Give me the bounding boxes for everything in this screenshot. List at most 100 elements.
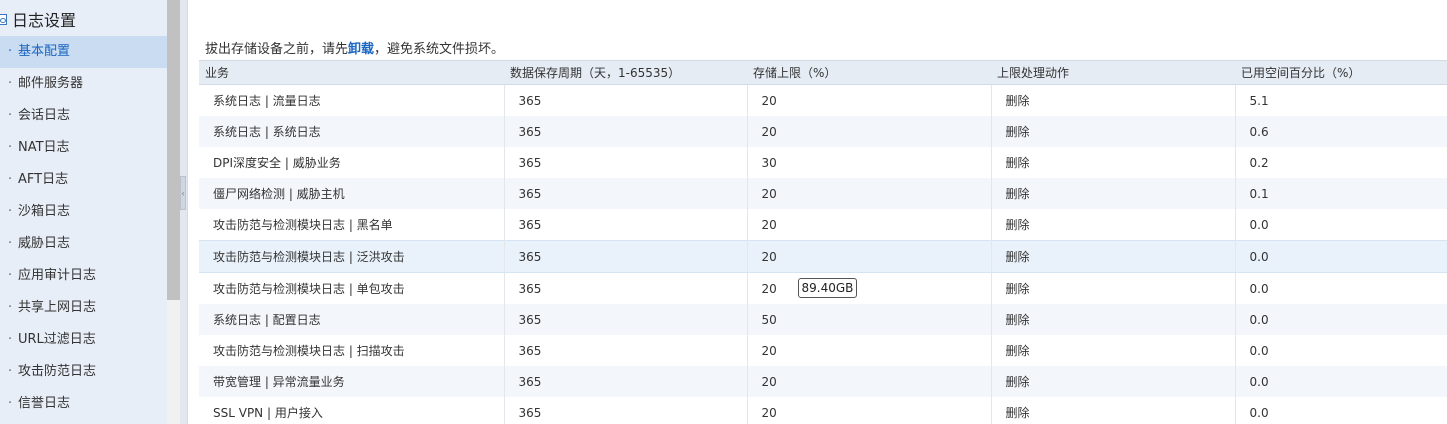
used-percent-cell[interactable]: 0.1: [1235, 178, 1447, 209]
sidebar-item[interactable]: · 信誉日志: [0, 388, 167, 420]
collapse-sidebar-icon[interactable]: ‹: [180, 176, 186, 210]
used-percent-cell[interactable]: 5.1: [1235, 84, 1447, 116]
log-settings-section-header[interactable]: 日志设置: [0, 4, 167, 34]
main-content: 拔出存储设备之前，请先卸载，避免系统文件损坏。 业务 数据保存周期（天，1-65…: [189, 0, 1447, 424]
used-percent-cell[interactable]: 0.0: [1235, 397, 1447, 424]
sidebar-item[interactable]: · 沙箱日志: [0, 196, 167, 228]
unmount-link[interactable]: 卸载: [348, 42, 374, 57]
service-cell[interactable]: DPI深度安全 | 威胁业务: [199, 147, 505, 178]
table-row[interactable]: 攻击防范与检测模块日志 | 泛洪攻击 365 20 删除 0.0: [199, 240, 1447, 273]
service-cell[interactable]: SSL VPN | 用户接入: [199, 397, 505, 424]
scrollbar-thumb[interactable]: [167, 0, 180, 300]
storage-limit-cell[interactable]: 20: [747, 366, 992, 397]
table-row[interactable]: DPI深度安全 | 威胁业务 365 30 删除 0.2: [199, 147, 1447, 178]
retention-cell[interactable]: 365: [504, 178, 748, 209]
service-cell[interactable]: 系统日志 | 系统日志: [199, 116, 505, 147]
retention-cell[interactable]: 365: [504, 397, 748, 424]
retention-cell[interactable]: 365: [504, 209, 748, 241]
column-header-retention[interactable]: 数据保存周期（天，1-65535）: [504, 60, 747, 85]
used-percent-cell[interactable]: 0.0: [1235, 240, 1447, 273]
storage-limit-cell[interactable]: 20: [747, 209, 992, 241]
service-cell[interactable]: 攻击防范与检测模块日志 | 扫描攻击: [199, 335, 505, 366]
column-header-used-percent[interactable]: 已用空间百分比（%）: [1235, 60, 1447, 85]
storage-limit-cell[interactable]: 20: [747, 335, 992, 366]
retention-cell[interactable]: 365: [504, 240, 748, 273]
limit-action-cell[interactable]: 删除: [991, 84, 1236, 116]
used-percent-cell[interactable]: 0.0: [1235, 366, 1447, 397]
sidebar-item-label: 会话日志: [18, 108, 71, 123]
sidebar-scrollbar[interactable]: [167, 0, 180, 424]
limit-action-cell[interactable]: 删除: [991, 240, 1236, 273]
column-header-storage-limit[interactable]: 存储上限（%）: [747, 60, 991, 85]
limit-action-cell[interactable]: 删除: [991, 304, 1236, 335]
sidebar-item[interactable]: · 攻击防范日志: [0, 356, 167, 388]
sidebar-item[interactable]: · 邮件服务器: [0, 68, 167, 100]
used-percent-cell[interactable]: 0.0: [1235, 335, 1447, 366]
panel-splitter[interactable]: ‹: [180, 0, 188, 424]
storage-limit-cell[interactable]: 20 89.40GB: [747, 272, 992, 304]
service-cell[interactable]: 系统日志 | 流量日志: [199, 84, 505, 116]
service-cell[interactable]: 系统日志 | 配置日志: [199, 304, 505, 335]
table-row[interactable]: 带宽管理 | 异常流量业务 365 20 删除 0.0: [199, 366, 1447, 397]
limit-action-cell[interactable]: 删除: [991, 366, 1236, 397]
cell-text: 删除: [1005, 156, 1030, 170]
table-row[interactable]: 攻击防范与检测模块日志 | 扫描攻击 365 20 删除 0.0: [199, 335, 1447, 366]
table-row[interactable]: 系统日志 | 流量日志 365 20 删除 5.1: [199, 84, 1447, 116]
service-cell[interactable]: 僵尸网络检测 | 威胁主机: [199, 178, 505, 209]
cell-text: 365: [518, 124, 542, 139]
column-header-limit-action[interactable]: 上限处理动作: [991, 60, 1235, 85]
sidebar-item-label: 攻击防范日志: [18, 364, 97, 379]
sidebar-item[interactable]: · 会话日志: [0, 100, 167, 132]
sidebar-item[interactable]: · 共享上网日志: [0, 292, 167, 324]
used-percent-cell[interactable]: 0.0: [1235, 209, 1447, 241]
table-row[interactable]: 系统日志 | 配置日志 365 50 删除 0.0: [199, 304, 1447, 335]
cell-text: 删除: [1005, 94, 1030, 108]
table-row[interactable]: 攻击防范与检测模块日志 | 单包攻击 365 20 89.40GB 删除 0.0: [199, 272, 1447, 304]
sidebar-item[interactable]: · 威胁日志: [0, 228, 167, 260]
table-row[interactable]: 系统日志 | 系统日志 365 20 删除 0.6: [199, 116, 1447, 147]
limit-action-cell[interactable]: 删除: [991, 209, 1236, 241]
retention-cell[interactable]: 365: [504, 116, 748, 147]
cell-text: 365: [518, 249, 542, 264]
column-header-service[interactable]: 业务: [199, 60, 504, 85]
sidebar-item[interactable]: · 应用审计日志: [0, 260, 167, 292]
used-percent-cell[interactable]: 0.0: [1235, 272, 1447, 304]
storage-limit-cell[interactable]: 50: [747, 304, 992, 335]
table-row[interactable]: SSL VPN | 用户接入 365 20 删除 0.0: [199, 397, 1447, 424]
service-cell[interactable]: 带宽管理 | 异常流量业务: [199, 366, 505, 397]
service-cell[interactable]: 攻击防范与检测模块日志 | 黑名单: [199, 209, 505, 241]
retention-cell[interactable]: 365: [504, 304, 748, 335]
storage-limit-cell[interactable]: 20: [747, 240, 992, 273]
used-percent-cell[interactable]: 0.0: [1235, 304, 1447, 335]
storage-limit-cell[interactable]: 30: [747, 147, 992, 178]
used-percent-cell[interactable]: 0.6: [1235, 116, 1447, 147]
limit-action-cell[interactable]: 删除: [991, 335, 1236, 366]
retention-cell[interactable]: 365: [504, 366, 748, 397]
storage-limit-cell[interactable]: 20: [747, 116, 992, 147]
storage-limit-cell[interactable]: 20: [747, 84, 992, 116]
sidebar-item-label: 基本配置: [18, 44, 71, 59]
sidebar-item[interactable]: · AFT日志: [0, 164, 167, 196]
table-row[interactable]: 攻击防范与检测模块日志 | 黑名单 365 20 删除 0.0: [199, 209, 1447, 241]
limit-action-cell[interactable]: 删除: [991, 272, 1236, 304]
limit-action-cell[interactable]: 删除: [991, 178, 1236, 209]
retention-cell[interactable]: 365: [504, 147, 748, 178]
storage-limit-cell[interactable]: 20: [747, 178, 992, 209]
limit-action-cell[interactable]: 删除: [991, 116, 1236, 147]
sidebar-item[interactable]: · URL过滤日志: [0, 324, 167, 356]
retention-cell[interactable]: 365: [504, 272, 748, 304]
sidebar-item[interactable]: · NAT日志: [0, 132, 167, 164]
limit-action-cell[interactable]: 删除: [991, 397, 1236, 424]
cell-text: 365: [518, 93, 542, 108]
used-percent-cell[interactable]: 0.2: [1235, 147, 1447, 178]
retention-cell[interactable]: 365: [504, 335, 748, 366]
sidebar-item[interactable]: · 基本配置: [0, 36, 167, 68]
retention-cell[interactable]: 365: [504, 84, 748, 116]
storage-limit-cell[interactable]: 20: [747, 397, 992, 424]
service-cell[interactable]: 攻击防范与检测模块日志 | 单包攻击: [199, 272, 505, 304]
limit-action-cell[interactable]: 删除: [991, 147, 1236, 178]
service-cell[interactable]: 攻击防范与检测模块日志 | 泛洪攻击: [199, 240, 505, 273]
cell-text: 删除: [1005, 250, 1030, 264]
cell-text: DPI深度安全 | 威胁业务: [213, 156, 341, 170]
table-row[interactable]: 僵尸网络检测 | 威胁主机 365 20 删除 0.1: [199, 178, 1447, 209]
